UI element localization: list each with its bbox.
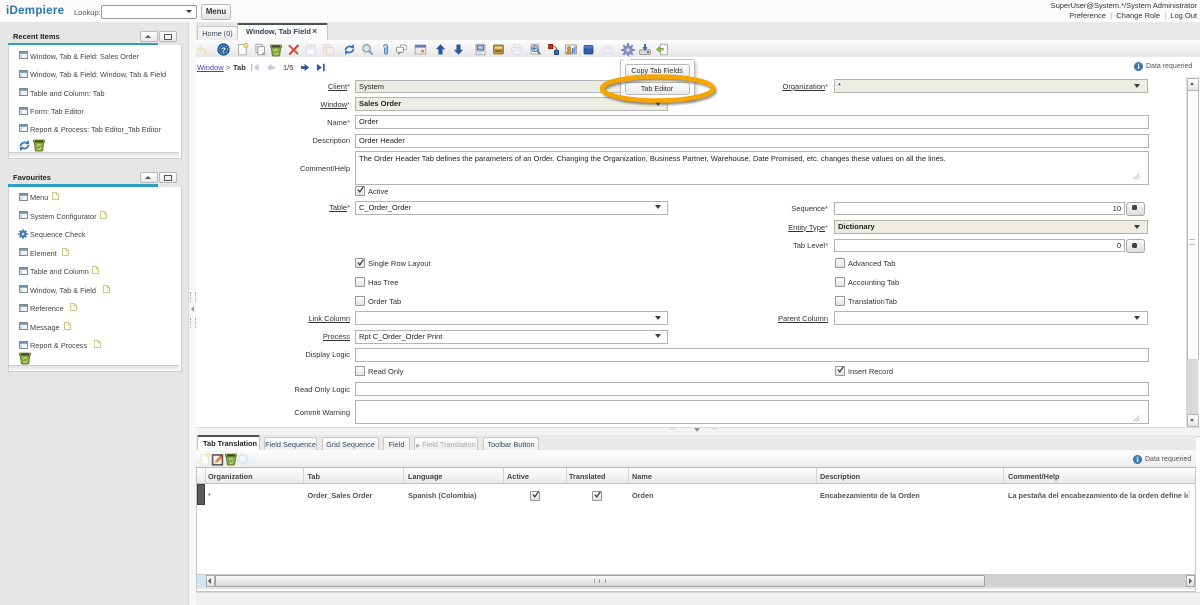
svg-text:?: ? — [221, 45, 226, 54]
